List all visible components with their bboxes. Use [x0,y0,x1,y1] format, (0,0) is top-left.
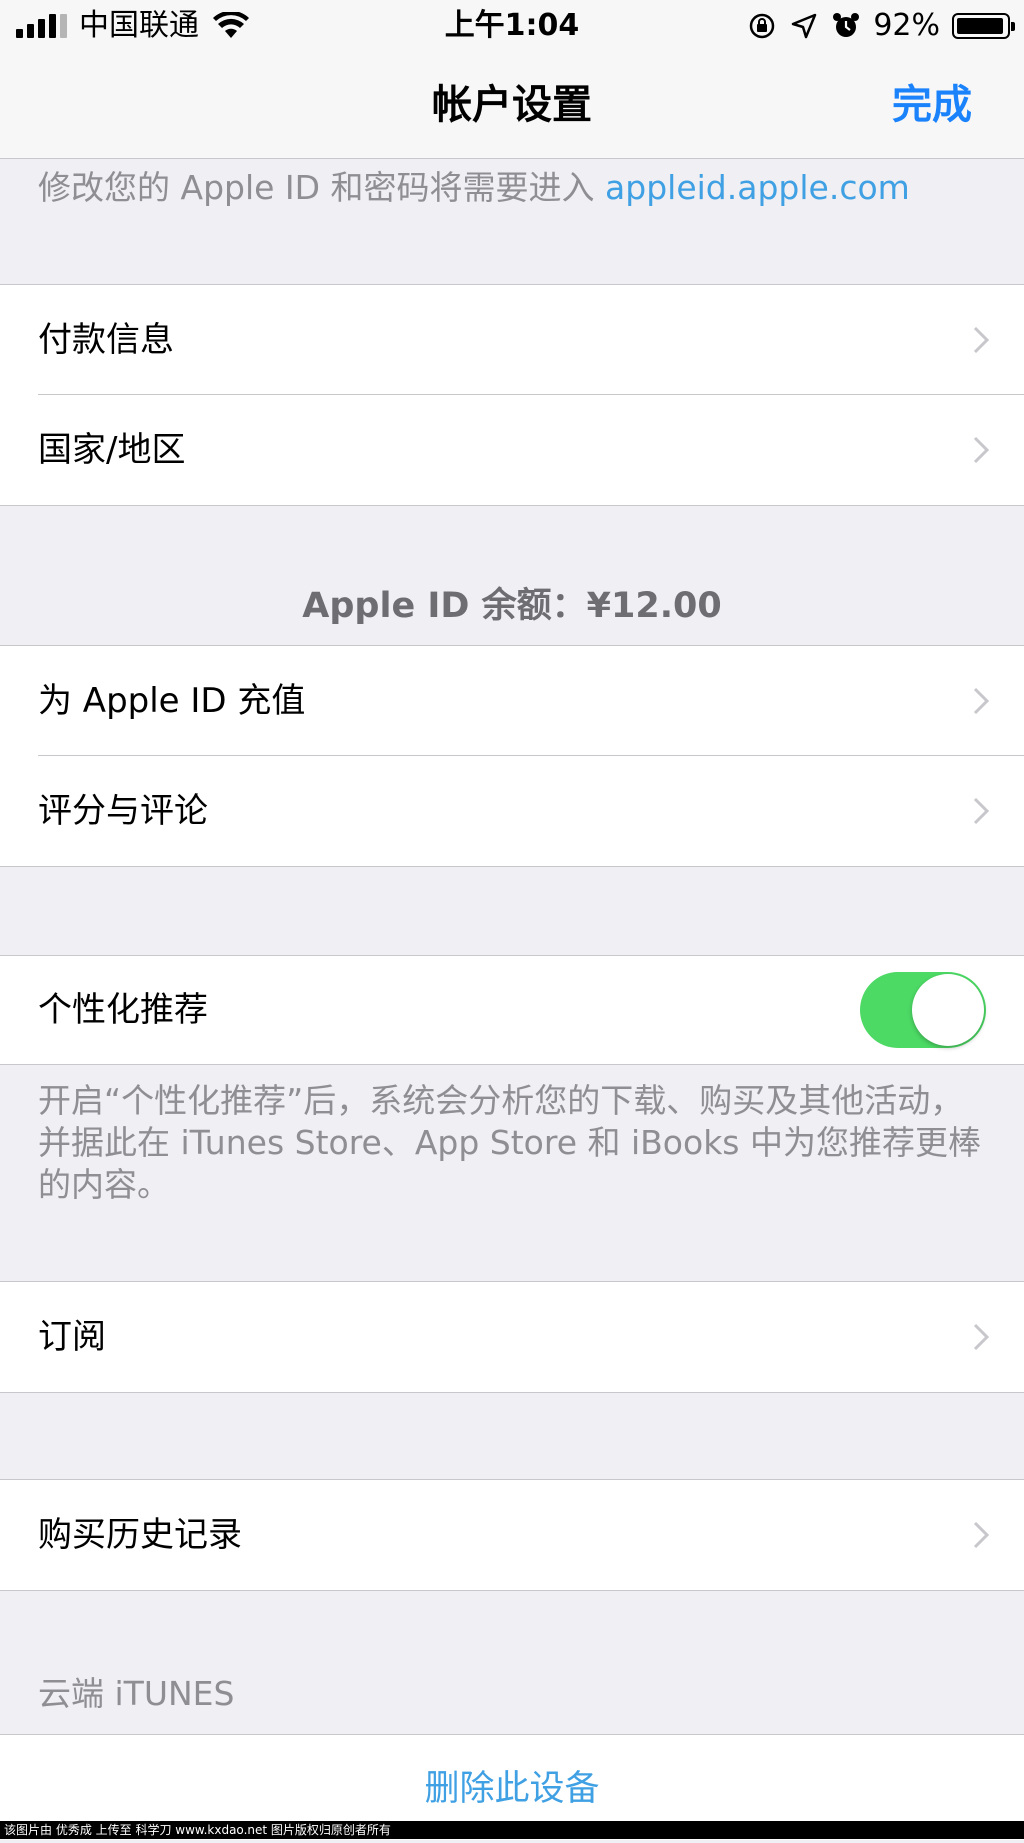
subscriptions-cell[interactable]: 订阅 [0,1282,1024,1392]
personalized-group: 个性化推荐 [0,955,1024,1065]
status-bar-right: 92% [747,8,1015,44]
rotation-lock-icon [750,13,775,39]
battery-percent: 92% [873,8,940,43]
personalized-label: 个性化推荐 [38,990,208,1030]
watermark: 该图片由 优秀成 上传至 科学刀 www.kxdao.net 图片版权归原创者所… [0,1821,1024,1839]
personalized-toggle[interactable] [860,972,986,1048]
personalized-cell: 个性化推荐 [0,956,1024,1064]
toggle-knob [912,974,984,1046]
purchase-history-label: 购买历史记录 [38,1515,242,1555]
appleid-link[interactable]: appleid.apple.com [605,168,910,207]
payment-region-group: 付款信息 国家/地区 [0,284,1024,506]
ratings-reviews-cell[interactable]: 评分与评论 [0,756,1024,866]
personalized-description: 开启“个性化推荐”后，系统会分析您的下载、购买及其他活动，并据此在 iTunes… [38,1081,981,1204]
chevron-right-icon [973,1521,990,1549]
navigation-bar: 帐户设置 完成 [0,52,1024,159]
alarm-icon [833,13,860,37]
add-funds-cell[interactable]: 为 Apple ID 充值 [0,646,1024,756]
payment-info-cell[interactable]: 付款信息 [0,285,1024,395]
chevron-right-icon [973,687,990,715]
location-icon [792,13,817,39]
country-region-label: 国家/地区 [38,430,186,470]
apple-id-balance: Apple ID 余额：¥12.00 [302,586,722,626]
balance-group: 为 Apple ID 充值 评分与评论 [0,645,1024,867]
chevron-right-icon [973,1323,990,1351]
purchase-history-cell[interactable]: 购买历史记录 [0,1480,1024,1590]
ratings-reviews-label: 评分与评论 [38,791,208,831]
chevron-right-icon [973,326,990,354]
chevron-right-icon [973,436,990,464]
add-funds-label: 为 Apple ID 充值 [38,681,306,721]
done-button[interactable]: 完成 [892,80,972,130]
apple-id-note: 修改您的 Apple ID 和密码将需要进入 appleid.apple.com [38,166,910,210]
status-bar: 中国联通 上午1:04 92% [0,0,1024,52]
subscriptions-group: 订阅 [0,1281,1024,1393]
purchase-history-group: 购买历史记录 [0,1479,1024,1591]
page-title: 帐户设置 [432,82,592,128]
subscriptions-label: 订阅 [38,1317,106,1357]
payment-info-label: 付款信息 [38,320,174,360]
country-region-cell[interactable]: 国家/地区 [0,395,1024,505]
chevron-right-icon [973,797,990,825]
battery-icon [952,13,1015,39]
cloud-itunes-header: 云端 iTUNES [38,1674,235,1713]
apple-id-note-text: 修改您的 Apple ID 和密码将需要进入 [38,168,606,207]
